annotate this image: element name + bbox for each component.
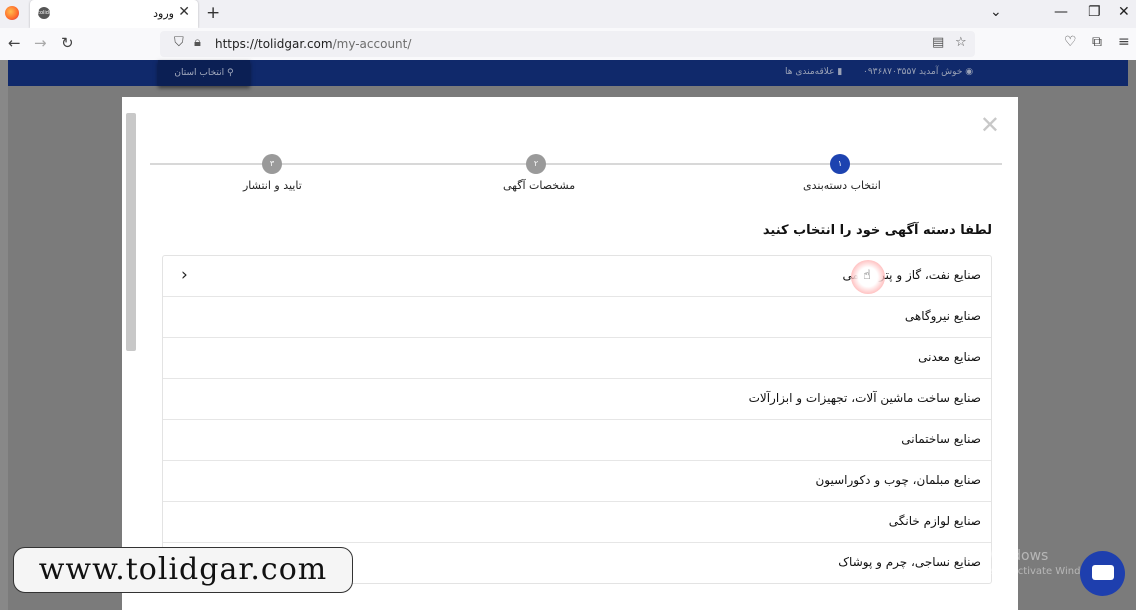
tab-favicon-icon: tolidgar (38, 7, 57, 19)
page-left-edge (0, 60, 8, 610)
chat-bubble-icon (1092, 565, 1114, 580)
minimize-icon[interactable]: — (1054, 4, 1068, 20)
step-3-dot: ۳ (262, 154, 282, 174)
category-label: صنایع نیروگاهی (904, 309, 981, 323)
new-ad-modal: ✕ ۱ انتخاب دسته‌بندی ۲ مشخصات آگهی ۳ تای… (122, 97, 1018, 610)
category-item[interactable]: صنایع معدنی (163, 338, 991, 379)
activate-windows-notice: Activate Windows Go to Settings to activ… (924, 548, 1103, 577)
reader-view-icon[interactable]: ▤ (932, 35, 944, 50)
new-tab-icon[interactable]: + (206, 3, 220, 23)
step-2-label: مشخصات آگهی (503, 179, 576, 192)
bookmark-icon: ▮ (837, 67, 843, 77)
user-icon: ◉ (965, 67, 974, 77)
browser-tab[interactable]: tolidgar ورود ✕ (30, 0, 198, 28)
browser-tab-bar: tolidgar ورود ✕ + ⌄ — ❐ ✕ (0, 0, 1136, 28)
url-text[interactable]: https://tolidgar.com/my-account/ (215, 37, 411, 51)
category-label: صنایع ساخت ماشین آلات، تجهیزات و ابزارآل… (748, 391, 981, 405)
tab-close-icon[interactable]: ✕ (178, 4, 190, 20)
select-province-button[interactable]: ⚲ انتخاب استان (158, 60, 250, 86)
category-item[interactable]: صنایع ساخت ماشین آلات، تجهیزات و ابزارآل… (163, 379, 991, 420)
site-watermark: www.tolidgar.com (13, 547, 353, 593)
category-label: صنایع ساختمانی (901, 432, 981, 446)
hand-cursor-icon: ☝ (863, 268, 871, 283)
category-list: صنایع نفت، گاز و پتروشیمی ‹ ☝ صنایع نیرو… (162, 255, 992, 584)
tab-list-chevron-icon[interactable]: ⌄ (990, 4, 1002, 20)
step-1-dot: ۱ (830, 154, 850, 174)
activate-title: Activate Windows (924, 548, 1049, 564)
favorites-link[interactable]: ▮ علاقه‌مندی ها (785, 67, 842, 77)
extensions-icon[interactable]: ⧉ (1092, 34, 1102, 50)
close-window-icon[interactable]: ✕ (1118, 4, 1130, 20)
category-label: صنایع معدنی (918, 350, 981, 364)
pocket-icon[interactable]: ♡ (1064, 34, 1077, 50)
restore-icon[interactable]: ❐ (1088, 4, 1101, 20)
category-label: صنایع مبلمان، چوب و دکوراسیون (815, 473, 981, 487)
activate-subtitle: Go to Settings to activate Windows. (924, 566, 1104, 577)
category-item[interactable]: صنایع ساختمانی (163, 420, 991, 461)
category-item[interactable]: صنایع لوازم خانگی (163, 502, 991, 543)
reload-icon[interactable]: ↻ (61, 34, 74, 52)
menu-icon[interactable]: ≡ (1118, 34, 1130, 50)
category-item[interactable]: صنایع نیروگاهی (163, 297, 991, 338)
forward-icon[interactable]: → (34, 34, 47, 52)
welcome-user[interactable]: ◉ خوش آمدید ۰۹۳۶۸۷۰۳۵۵۷ (863, 67, 973, 77)
back-icon[interactable]: ← (8, 34, 21, 52)
shield-icon[interactable]: ⛉ (174, 35, 184, 50)
category-prompt: لطفا دسته آگهی خود را انتخاب کنید (762, 223, 992, 238)
category-label: صنایع لوازم خانگی (888, 514, 981, 528)
chevron-left-icon[interactable]: ‹ (181, 265, 188, 285)
url-bar[interactable]: ⛉ 🔒︎ https://tolidgar.com/my-account/ ▤ … (160, 31, 975, 57)
step-2-dot: ۲ (526, 154, 546, 174)
modal-scrollbar[interactable] (126, 113, 136, 351)
chat-button[interactable] (1080, 551, 1125, 596)
step-3-label: تایید و انتشار (243, 179, 302, 192)
close-icon[interactable]: ✕ (980, 111, 1000, 139)
bookmark-star-icon[interactable]: ☆ (955, 35, 967, 50)
tab-title: ورود (153, 7, 174, 20)
category-item[interactable]: صنایع مبلمان، چوب و دکوراسیون (163, 461, 991, 502)
browser-nav-bar: ← → ↻ ⛉ 🔒︎ https://tolidgar.com/my-accou… (0, 28, 1136, 61)
site-header: ⚲ انتخاب استان ▮ علاقه‌مندی ها ◉ خوش آمد… (8, 60, 1128, 86)
step-1-label: انتخاب دسته‌بندی (803, 179, 881, 192)
category-item[interactable]: صنایع نفت، گاز و پتروشیمی ‹ ☝ (163, 256, 991, 297)
location-icon: ⚲ (227, 68, 234, 78)
firefox-icon (5, 6, 19, 20)
lock-icon[interactable]: 🔒︎ (194, 35, 201, 50)
